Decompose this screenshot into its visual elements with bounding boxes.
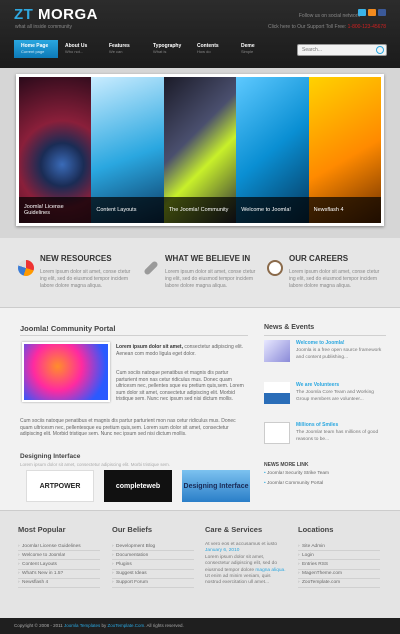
- twitter-icon[interactable]: [358, 9, 366, 16]
- design-title: Designing Interface: [20, 453, 81, 460]
- artpower-logo[interactable]: ARTPOWER: [26, 470, 94, 502]
- partner-logos: ARTPOWER completeweb Designing Interface: [26, 470, 250, 502]
- news-more-heading: NEWS MORE LINK: [264, 462, 309, 468]
- slide-1[interactable]: Joomla! License Guidelines: [19, 77, 92, 223]
- search-icon[interactable]: [376, 46, 384, 54]
- nav-features[interactable]: Features We can: [102, 40, 146, 58]
- feature-text: Lorem ipsum dolor sit amet, conse ctetur…: [289, 269, 380, 289]
- divider: [264, 335, 386, 336]
- footer-link[interactable]: Content Layouts: [18, 560, 100, 570]
- news-item[interactable]: Welcome to Joomla! Joomla is a free open …: [264, 340, 386, 362]
- site-logo[interactable]: ZT MORGA: [14, 6, 98, 23]
- clock-icon: [267, 260, 283, 276]
- portal-para-2: Cum sociis natoque penatibus et magnis d…: [20, 418, 236, 438]
- news-link[interactable]: Joomla! Security Strike Team: [264, 471, 329, 476]
- footer-link[interactable]: Plugins: [112, 560, 194, 570]
- news-title: News & Events: [264, 324, 315, 331]
- site-tagline: what all inside community: [15, 24, 72, 30]
- footer-link[interactable]: Documentation: [112, 551, 194, 561]
- completeweb-logo[interactable]: completeweb: [104, 470, 172, 502]
- main-nav: Home Page Current page About Us Who not...…: [14, 40, 278, 58]
- dj-image: [22, 342, 110, 402]
- footer-locations: Locations Site Admin Login Entries RSS M…: [298, 525, 380, 588]
- footer-link[interactable]: Development Blog: [112, 542, 194, 552]
- portal-intro: Lorem ipsum dolor sit amet, consectetur …: [116, 344, 244, 357]
- slide-4[interactable]: Welcome to Joomla!: [236, 77, 309, 223]
- footer-link[interactable]: What's New in 1.5?: [18, 570, 100, 579]
- nav-home[interactable]: Home Page Current page: [14, 40, 58, 58]
- header: ZT MORGA what all inside community Follo…: [0, 0, 400, 68]
- nav-deme[interactable]: Deme Simple: [234, 40, 278, 58]
- footer-link[interactable]: Welcome to Joomla!: [18, 551, 100, 561]
- slideshow-area: Joomla! License Guidelines Content Layou…: [0, 68, 400, 238]
- footer-beliefs: Our Beliefs Development Blog Documentati…: [112, 525, 194, 588]
- divider: [20, 335, 248, 336]
- social-label: Follow us on social network: [298, 13, 360, 19]
- footer-link[interactable]: Newsflash 4: [18, 579, 100, 588]
- slide-2[interactable]: Content Layouts: [91, 77, 164, 223]
- nav-typography[interactable]: Typography What is: [146, 40, 190, 58]
- feature-text: Lorem ipsum dolor sit amet, conse ctetur…: [165, 269, 256, 289]
- news-link[interactable]: Joomla! Community Portal: [264, 481, 323, 486]
- footer-link[interactable]: Entries RSS: [298, 560, 380, 570]
- feature-careers: OUR CAREERS Lorem ipsum dolor sit amet, …: [267, 254, 387, 290]
- feature-beliefs: WHAT WE BELIEVE IN Lorem ipsum dolor sit…: [143, 254, 263, 290]
- search-input[interactable]: Search...: [297, 44, 387, 56]
- footer-link[interactable]: Login: [298, 551, 380, 561]
- feature-title[interactable]: OUR CAREERS: [289, 254, 387, 263]
- news-thumb: [264, 422, 290, 444]
- rss-icon[interactable]: [368, 9, 376, 16]
- nav-about[interactable]: About Us Who not...: [58, 40, 102, 58]
- footer-link[interactable]: Joomla! License Guidelines: [18, 542, 100, 552]
- feature-title[interactable]: WHAT WE BELIEVE IN: [165, 254, 263, 263]
- feature-resources: NEW RESOURCES Lorem ipsum dolor sit amet…: [18, 254, 138, 290]
- facebook-icon[interactable]: [378, 9, 386, 16]
- footer-link[interactable]: MagenTheme.com: [298, 570, 380, 579]
- design-subtitle: Lorem ipsum dolor sit amet, consectetur …: [20, 462, 171, 467]
- designing-interface-logo[interactable]: Designing Interface: [182, 470, 250, 502]
- news-thumb: [264, 340, 290, 362]
- footer: Most Popular Joomla! License Guidelines …: [0, 510, 400, 618]
- footer-care: Care & Services At vero eos et accusamus…: [205, 525, 286, 586]
- portal-title: Joomla! Community Portal: [20, 324, 116, 333]
- features-band: NEW RESOURCES Lorem ipsum dolor sit amet…: [0, 238, 400, 308]
- footer-link[interactable]: Suggest Ideas: [112, 570, 194, 579]
- nav-contents[interactable]: Contents How do: [190, 40, 234, 58]
- wrench-icon: [143, 260, 159, 276]
- footer-link[interactable]: Support Forum: [112, 579, 194, 588]
- feature-text: Lorem ipsum dolor sit amet, conse ctetur…: [40, 269, 131, 289]
- social-icons: [358, 9, 386, 16]
- support-line: Click here to Our Support Toll Free: 1-8…: [267, 24, 386, 30]
- footer-link[interactable]: Site Admin: [298, 542, 380, 552]
- templates-link[interactable]: Joomla Templates: [64, 623, 100, 628]
- footer-popular: Most Popular Joomla! License Guidelines …: [18, 525, 100, 588]
- news-item[interactable]: Millions of Smiles The Joomla! team has m…: [264, 422, 386, 444]
- footer-link[interactable]: ZooTemplate.com: [298, 579, 380, 588]
- portal-para-1: Cum sociis natoque penatibus et magnis d…: [116, 370, 244, 403]
- main-content: Joomla! Community Portal Lorem ipsum dol…: [0, 308, 400, 510]
- zootemplate-link[interactable]: ZooTemplate.Com: [108, 623, 145, 628]
- feature-title[interactable]: NEW RESOURCES: [40, 254, 138, 263]
- news-thumb: [264, 382, 290, 404]
- slideshow: Joomla! License Guidelines Content Layou…: [16, 74, 384, 226]
- pie-chart-icon: [18, 260, 34, 276]
- copyright-bar: Copyright © 2008 - 2011 Joomla Templates…: [0, 618, 400, 634]
- slide-3[interactable]: The Joomla! Community: [163, 77, 237, 223]
- news-item[interactable]: We are Volunteers The Joomla Core Team an…: [264, 382, 386, 404]
- slide-5[interactable]: Newsflash 4: [308, 77, 382, 223]
